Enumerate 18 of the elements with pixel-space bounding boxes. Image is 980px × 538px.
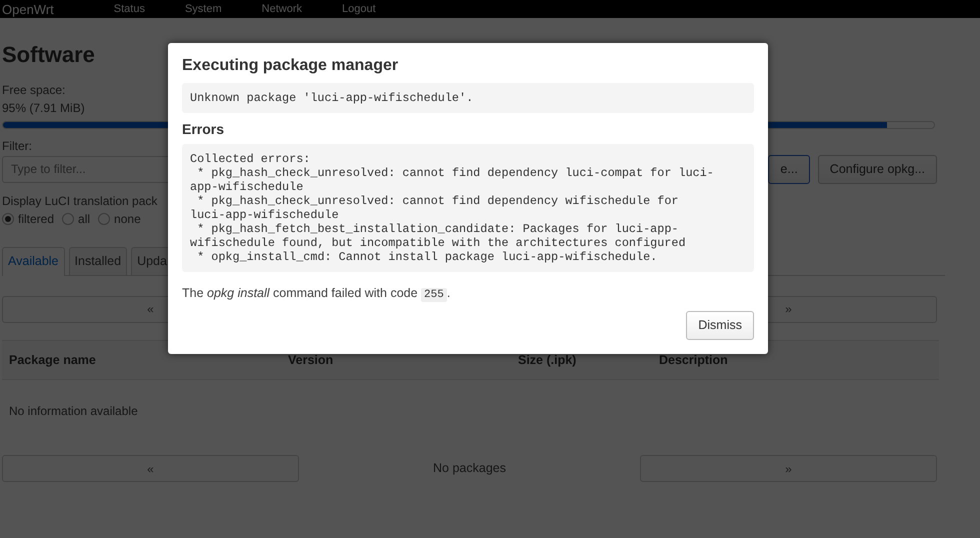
filter-label: Filter: bbox=[2, 138, 32, 155]
command-output: Unknown package 'luci-app-wifischedule'. bbox=[182, 83, 754, 114]
column-header: Description bbox=[659, 352, 729, 369]
pager-status: No packages bbox=[432, 460, 507, 478]
free-space-reading: 95% (7.91 MiB) bbox=[2, 100, 85, 117]
page-title: Software bbox=[2, 41, 95, 69]
radio-label: none bbox=[114, 210, 141, 228]
errors-heading: Errors bbox=[182, 121, 226, 138]
translation-label: Display LuCI translation pack bbox=[2, 192, 158, 210]
column-header: Version bbox=[288, 352, 334, 368]
error-log: Collected errors: * pkg_hash_check_unresolved: cannot find dependency luci-compat for luci-app-wifischedule * pkg_hash_check_unresolved: cannot find dependency wifischedule for luci-app-wifischedule * pkg_hash_fetch_best_installation_candidate: Packages for luci-app-wifischedule found, but incompatible with the architectures configured * opkg_install_cmd: Cannot install package luci-app-wifischedule. bbox=[182, 144, 754, 272]
radio-label: all bbox=[78, 210, 90, 228]
empty-message: No information available bbox=[8, 403, 139, 420]
radio-label: filtered bbox=[18, 210, 54, 228]
dialog-title: Executing package manager bbox=[182, 56, 400, 76]
column-header: Size (.ipk) bbox=[518, 352, 578, 369]
column-header: Package name bbox=[9, 352, 97, 369]
free-space-label: Free space: bbox=[2, 82, 66, 99]
